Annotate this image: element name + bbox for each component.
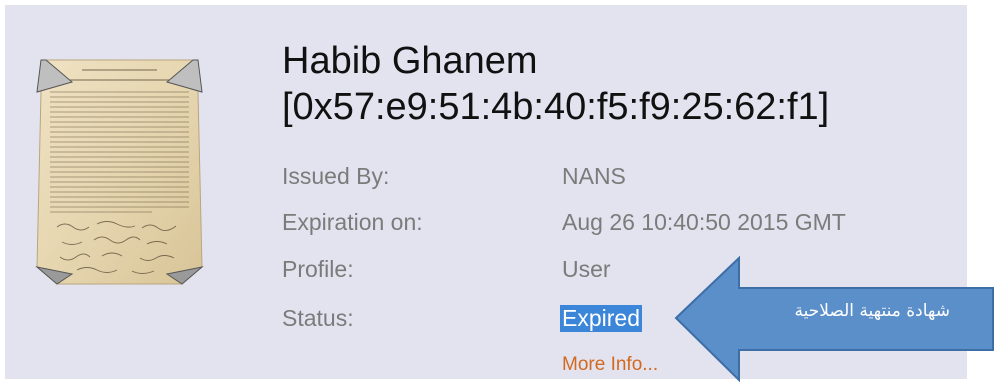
- callout-text: شهادة منتهية الصلاحية: [794, 301, 950, 321]
- callout-arrow: [674, 255, 994, 383]
